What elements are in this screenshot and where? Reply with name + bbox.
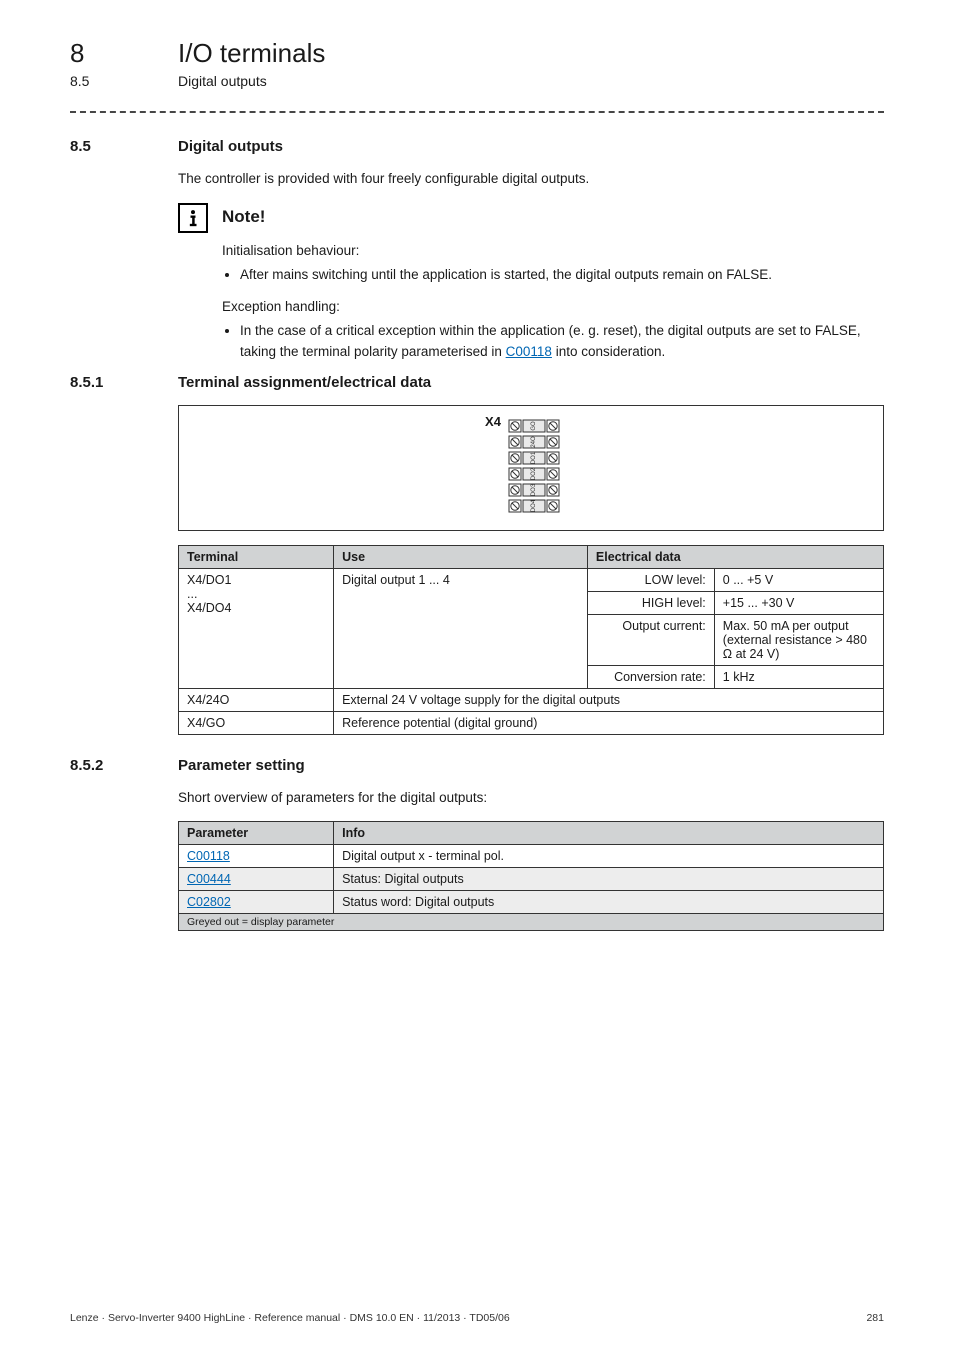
spec-header-use: Use — [334, 545, 588, 568]
param-header-param: Parameter — [179, 822, 334, 845]
spec-out-val: Max. 50 mA per output (external resistan… — [714, 614, 883, 665]
terminal-pin-row: DO3 — [509, 483, 559, 496]
param-footnote: Greyed out = display parameter — [179, 914, 884, 931]
spec-low-val: 0 ... +5 V — [714, 568, 883, 591]
terminal-pin-row: DO1 — [509, 451, 559, 464]
spec-low-key: LOW level: — [587, 568, 714, 591]
section-number-8-5-2: 8.5.2 — [70, 757, 134, 774]
param-link[interactable]: C02802 — [187, 895, 231, 909]
divider — [70, 111, 884, 114]
param-cell-code: C02802 — [179, 891, 334, 914]
spec-conv-val: 1 kHz — [714, 665, 883, 688]
section-title-8-5-2: Parameter setting — [178, 757, 305, 774]
param-cell-code: C00444 — [179, 868, 334, 891]
param-header-info: Info — [334, 822, 884, 845]
note-init-label: Initialisation behaviour: — [222, 241, 884, 261]
spec-go-term: X4/GO — [179, 711, 334, 734]
terminal-pin-label: DO2 — [531, 467, 537, 480]
terminal-pin-label: DO1 — [531, 451, 537, 464]
section-title-8-5-1: Terminal assignment/electrical data — [178, 374, 431, 391]
section-number-8-5-1: 8.5.1 — [70, 374, 134, 391]
param-link[interactable]: C00444 — [187, 872, 231, 886]
terminal-pin-label: DO3 — [531, 483, 537, 496]
chapter-title: I/O terminals — [178, 38, 325, 69]
spec-header-terminal: Terminal — [179, 545, 334, 568]
table-row: C00444 Status: Digital outputs — [179, 868, 884, 891]
note-exc-bullet: In the case of a critical exception with… — [240, 321, 884, 362]
table-row: C02802 Status word: Digital outputs — [179, 891, 884, 914]
terminal-svg: GO 24O DO1 DO2 DO3 DO4 — [507, 416, 577, 520]
electrical-data-table: Terminal Use Electrical data X4/DO1 ... … — [178, 545, 884, 735]
param-intro: Short overview of parameters for the dig… — [178, 788, 884, 808]
section-number-8-5: 8.5 — [70, 138, 134, 155]
header-section-title: Digital outputs — [178, 73, 267, 89]
param-cell-info: Status word: Digital outputs — [334, 891, 884, 914]
terminal-pin-row: DO2 — [509, 467, 559, 480]
link-c00118[interactable]: C00118 — [506, 344, 552, 359]
table-row: C00118 Digital output x - terminal pol. — [179, 845, 884, 868]
note-init-bullet: After mains switching until the applicat… — [240, 265, 884, 285]
terminal-diagram-box: X4 GO 24O DO1 DO2 DO3 DO4 — [178, 405, 884, 531]
spec-header-edata: Electrical data — [587, 545, 883, 568]
footer-left: Lenze · Servo-Inverter 9400 HighLine · R… — [70, 1312, 510, 1324]
terminal-pin-row: GO — [509, 420, 559, 432]
intro-paragraph: The controller is provided with four fre… — [178, 169, 884, 189]
section-title-8-5: Digital outputs — [178, 138, 283, 155]
spec-high-key: HIGH level: — [587, 591, 714, 614]
note-exc-label: Exception handling: — [222, 297, 884, 317]
terminal-pin-label: 24O — [531, 436, 537, 448]
spec-conv-key: Conversion rate: — [587, 665, 714, 688]
param-cell-info: Digital output x - terminal pol. — [334, 845, 884, 868]
terminal-pin-row: 24O — [509, 436, 559, 448]
terminal-label-x4: X4 — [485, 414, 501, 429]
spec-24o-use: External 24 V voltage supply for the dig… — [334, 688, 884, 711]
info-icon — [178, 203, 208, 233]
spec-high-val: +15 ... +30 V — [714, 591, 883, 614]
terminal-pin-label: DO4 — [531, 499, 537, 512]
header-section-number: 8.5 — [70, 73, 134, 89]
spec-out-key: Output current: — [587, 614, 714, 665]
note-title: Note! — [222, 207, 265, 227]
spec-24o-term: X4/24O — [179, 688, 334, 711]
note-exc-text-b: into consideration. — [552, 344, 665, 359]
footer-right: 281 — [866, 1312, 884, 1324]
param-cell-info: Status: Digital outputs — [334, 868, 884, 891]
terminal-pin-label: GO — [531, 421, 537, 431]
spec-do-use: Digital output 1 ... 4 — [334, 568, 588, 688]
spec-go-use: Reference potential (digital ground) — [334, 711, 884, 734]
chapter-number: 8 — [70, 38, 134, 69]
spec-do-terminal: X4/DO1 ... X4/DO4 — [179, 568, 334, 688]
param-cell-code: C00118 — [179, 845, 334, 868]
terminal-pin-row: DO4 — [509, 499, 559, 512]
param-link[interactable]: C00118 — [187, 849, 230, 863]
parameter-table: Parameter Info C00118 Digital output x - … — [178, 821, 884, 931]
